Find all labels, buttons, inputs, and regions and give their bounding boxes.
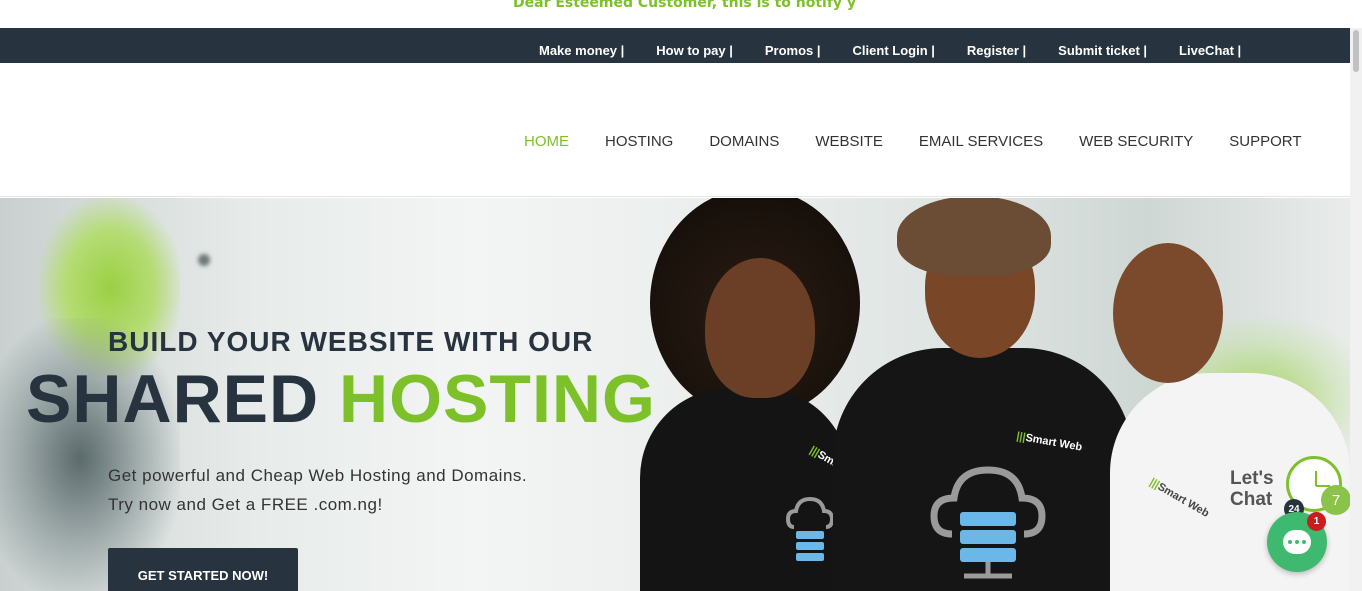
hero-banner: |||Smart Web |||Smart Web |||Smart Web B… — [0, 198, 1350, 591]
cloud-server-icon-1 — [785, 496, 835, 561]
top-link-promos[interactable]: Promos | — [765, 43, 821, 58]
scrollbar-thumb[interactable] — [1353, 30, 1359, 72]
person-3-face — [1113, 243, 1223, 383]
top-bar: Make money | How to pay | Promos | Clien… — [0, 28, 1350, 63]
hero-desc-line-2: Try now and Get a FREE .com.ng! — [108, 495, 383, 514]
chat-bubble-icon — [1283, 530, 1311, 554]
hero-title: SHARED HOSTING — [26, 360, 656, 438]
main-nav-list: HOME HOSTING DOMAINS WEBSITE EMAIL SERVI… — [524, 133, 1338, 150]
hero-desc-line-1: Get powerful and Cheap Web Hosting and D… — [108, 466, 528, 485]
days-badge: 7 — [1321, 485, 1351, 515]
nav-item-support[interactable]: SUPPORT — [1229, 133, 1301, 150]
top-link-make-money[interactable]: Make money | — [539, 43, 624, 58]
nav-item-web-security[interactable]: WEB SECURITY — [1079, 133, 1193, 150]
hero-title-main: SHARED — [26, 361, 340, 437]
page-scrollbar[interactable] — [1350, 28, 1362, 591]
person-1-face — [705, 258, 815, 398]
background-blur-dot — [198, 254, 210, 266]
hero-description: Get powerful and Cheap Web Hosting and D… — [108, 461, 527, 519]
get-started-button[interactable]: GET STARTED NOW! — [108, 548, 298, 591]
top-link-livechat[interactable]: LiveChat | — [1179, 43, 1241, 58]
lets-chat-label[interactable]: Let's Chat — [1230, 468, 1274, 510]
clock-hour-hand — [1315, 471, 1317, 486]
top-links: Make money | How to pay | Promos | Clien… — [539, 43, 1273, 58]
top-link-submit-ticket[interactable]: Submit ticket | — [1058, 43, 1147, 58]
unread-count-badge: 1 — [1307, 512, 1326, 531]
notice-text: Dear Esteemed Customer, this is to notif… — [513, 0, 857, 11]
lets-chat-line-2: Chat — [1230, 489, 1273, 510]
hero-title-accent: HOSTING — [339, 361, 656, 437]
nav-item-email-services[interactable]: EMAIL SERVICES — [919, 133, 1043, 150]
top-link-how-to-pay[interactable]: How to pay | — [656, 43, 733, 58]
notice-bar: Dear Esteemed Customer, this is to notif… — [0, 0, 1362, 28]
cloud-server-icon-2 — [930, 466, 1046, 579]
main-nav: HOME HOSTING DOMAINS WEBSITE EMAIL SERVI… — [0, 63, 1350, 197]
nav-item-home[interactable]: HOME — [524, 133, 569, 150]
person-2-hat — [897, 198, 1051, 276]
hero-subtitle: BUILD YOUR WEBSITE WITH OUR — [108, 326, 594, 357]
lets-chat-line-1: Let's — [1230, 468, 1274, 489]
nav-item-website[interactable]: WEBSITE — [815, 133, 883, 150]
nav-item-domains[interactable]: DOMAINS — [709, 133, 779, 150]
top-link-client-login[interactable]: Client Login | — [853, 43, 935, 58]
top-link-register[interactable]: Register | — [967, 43, 1026, 58]
nav-item-hosting[interactable]: HOSTING — [605, 133, 673, 150]
